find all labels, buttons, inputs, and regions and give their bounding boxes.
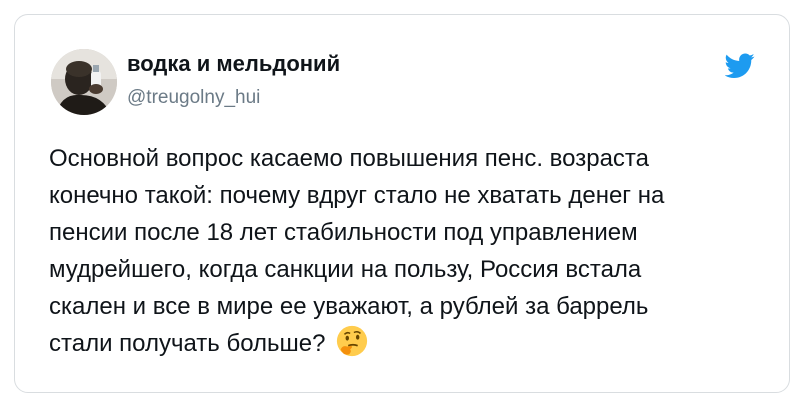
tweet-text-line: Основной вопрос касаемо повышения пенс. … <box>49 145 649 172</box>
tweet-card: водка и мельдоний @treugolny_hui Основно… <box>14 14 790 393</box>
avatar-image <box>51 49 117 115</box>
avatar[interactable] <box>51 49 117 115</box>
tweet-text-line: конечно такой: почему вдруг стало не хва… <box>49 182 665 209</box>
tweet-text: Основной вопрос касаемо повышения пенс. … <box>49 140 769 362</box>
tweet-text-line: мудрейшего, когда санкции на пользу, Рос… <box>49 256 642 283</box>
display-name[interactable]: водка и мельдоний <box>127 51 340 77</box>
tweet-text-line: стали получать больше? <box>49 330 326 357</box>
tweet-text-last-line: стали получать больше? <box>49 325 769 362</box>
twitter-bird-icon[interactable] <box>725 53 755 79</box>
thinking-face-icon <box>337 325 368 356</box>
tweet-text-line: пенсии после 18 лет стабильности под упр… <box>49 219 638 246</box>
tweet-text-line: скален и все в мире ее уважают, а рублей… <box>49 293 649 320</box>
user-handle[interactable]: @treugolny_hui <box>127 87 260 109</box>
